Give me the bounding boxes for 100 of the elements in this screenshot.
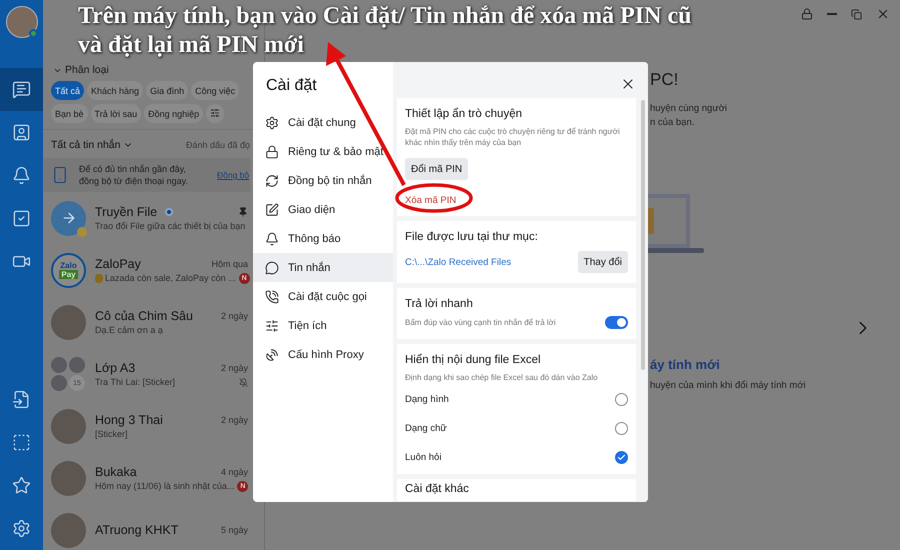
- phone-icon: [265, 290, 279, 304]
- file-transfer-avatar: [51, 200, 86, 236]
- annotation-caption: Trên máy tính, bạn vào Cài đặt/ Tin nhắn để xóa mã PIN cũ và đặt lại mã PIN mới: [78, 2, 692, 60]
- section-description: Đặt mã PIN cho các cuộc trò chuyện riêng tư để tránh người khác nhìn thấy trên máy của bạn: [405, 126, 621, 148]
- chat-preview: Hôm nay (11/06) là sinh nhật của...: [95, 481, 234, 491]
- section-description: Định dạng khi sao chép file Excel sau đó dán vào Zalo: [405, 372, 599, 383]
- feature-text: huyện của mình khi đổi máy tính mới: [650, 380, 807, 391]
- bell-icon: [12, 166, 31, 185]
- category-chip[interactable]: Công việc: [191, 81, 240, 100]
- option-label: Luôn hỏi: [405, 452, 442, 463]
- chat-time: 2 ngày: [220, 363, 248, 373]
- restore-icon: [851, 8, 862, 20]
- close-icon: [876, 7, 890, 21]
- mark-read-link[interactable]: Đánh dấu đã đọ: [186, 140, 250, 150]
- chat-time: 5 ngày: [220, 525, 248, 535]
- checkbox-icon: [12, 209, 31, 228]
- avatar-photo-placeholder: [51, 408, 86, 444]
- settings-menu-item[interactable]: Giao diện: [253, 195, 393, 224]
- chat-time: Hôm qua: [211, 258, 248, 268]
- change-pin-button[interactable]: Đổi mã PIN: [405, 158, 468, 180]
- radio-button[interactable]: [615, 393, 628, 406]
- feature-title: áy tính mới: [650, 357, 721, 372]
- settings-menu-item[interactable]: Tin nhắn: [253, 253, 393, 282]
- settings-menu-item[interactable]: Tiện ích: [253, 311, 393, 340]
- avatar-photo-placeholder: [51, 460, 86, 496]
- chat-preview: Lazada còn sale, ZaloPay còn ...: [95, 272, 236, 284]
- chat-item[interactable]: ATruong KHKT 5 ngày: [43, 504, 250, 550]
- satellite-dish-icon: [265, 348, 279, 362]
- chat-icon: [12, 80, 31, 99]
- chat-name: Bukaka: [95, 464, 137, 478]
- chat-item[interactable]: Hong 3 Thai 2 ngày [Sticker]: [43, 400, 250, 452]
- section-title: Trả lời nhanh: [405, 298, 474, 310]
- chat-bubble-icon: [265, 260, 279, 274]
- welcome-title: PC!: [650, 70, 680, 90]
- lock-icon: [265, 144, 279, 158]
- sync-icon: [265, 174, 279, 188]
- settings-menu-item[interactable]: Thông báo: [253, 224, 393, 253]
- sidebar-tab[interactable]: [0, 68, 43, 111]
- section-title: Thiết lập ẩn trò chuyện: [405, 108, 523, 120]
- chat-time: 4 ngày: [220, 466, 248, 476]
- section-title: Cài đặt khác: [405, 483, 470, 495]
- section-title: File được lưu tại thư mục:: [405, 231, 539, 243]
- chat-name: Lớp A3: [95, 361, 136, 375]
- chat-preview: Dạ.E cảm ơn a ạ: [95, 325, 163, 335]
- filter-settings-button[interactable]: [206, 104, 224, 123]
- change-folder-button[interactable]: Thay đổi: [578, 251, 628, 273]
- chat-time: 2 ngày: [220, 311, 248, 321]
- settings-icon: [12, 519, 31, 538]
- category-chip[interactable]: Trả lời sau: [90, 104, 142, 123]
- category-chip[interactable]: Đồng nghiệp: [144, 104, 204, 123]
- restore-button[interactable]: [851, 8, 862, 20]
- settings-menu-item[interactable]: Đồng bộ tin nhắn: [253, 166, 393, 195]
- welcome-text: huyện cùng người: [650, 102, 728, 116]
- category-chip[interactable]: Khách hàng: [87, 81, 144, 100]
- dialog-title: Cài đặt: [265, 76, 318, 96]
- section-title: Hiển thị nội dung file Excel: [405, 354, 542, 366]
- welcome-text: n của bạn.: [650, 116, 696, 130]
- settings-icon: [265, 116, 279, 130]
- quick-reply-toggle[interactable]: [605, 316, 628, 329]
- sliders-icon: [265, 318, 279, 332]
- option-label: Dạng hình: [405, 394, 449, 405]
- chat-item[interactable]: Truyền File Trao đổi File giữa các thiết bị của bạn: [43, 192, 250, 244]
- dashed-square-icon: [12, 433, 31, 452]
- category-chip[interactable]: Bạn bè: [51, 104, 88, 123]
- lock-button[interactable]: [801, 8, 813, 20]
- remove-pin-link[interactable]: Xóa mã PIN: [405, 195, 456, 206]
- bell-icon: [265, 232, 279, 246]
- check-icon: [617, 453, 626, 462]
- category-label: Phân loại: [65, 64, 109, 76]
- category-chip[interactable]: Gia đình: [146, 81, 188, 100]
- chat-name: ATruong KHKT: [95, 523, 178, 537]
- radio-button[interactable]: [615, 451, 628, 464]
- minimize-icon: [827, 13, 837, 15]
- section-description: Bấm đúp vào vùng cạnh tin nhắn để trả lời: [405, 318, 556, 327]
- settings-menu-item[interactable]: Cấu hình Proxy: [253, 340, 393, 369]
- star-icon: [12, 476, 31, 495]
- chat-name: Truyền File: [95, 205, 158, 219]
- chat-item[interactable]: Cô của Chim Sâu 2 ngày Dạ.E cảm ơn a ạ: [43, 296, 250, 348]
- category-chip[interactable]: Tất cả: [51, 81, 84, 100]
- settings-menu-item[interactable]: Riêng tư & bảo mật: [253, 137, 393, 166]
- avatar-photo-placeholder: [51, 512, 86, 548]
- chat-preview: [Sticker]: [95, 429, 128, 439]
- user-avatar[interactable]: [6, 6, 38, 38]
- chat-name: Hong 3 Thai: [95, 413, 163, 427]
- sync-message: Để có đủ tin nhắn gần đây, đồng bộ từ điện thoại ngay.: [79, 163, 189, 187]
- settings-menu-item[interactable]: Cài đặt cuộc gọi: [253, 282, 393, 311]
- lock-icon: [801, 8, 813, 20]
- radio-button[interactable]: [615, 422, 628, 435]
- chat-time: 2 ngày: [220, 415, 248, 425]
- chat-preview: Tra Thi Lai: [Sticker]: [95, 377, 176, 387]
- chat-preview: Trao đổi File giữa các thiết bị của bạn: [95, 221, 246, 231]
- file-arrow-icon: [12, 390, 31, 409]
- chat-name: Cô của Chim Sâu: [95, 309, 193, 323]
- avatar-photo-placeholder: [51, 304, 86, 340]
- logo-avatar: Zalo Pay: [51, 252, 86, 288]
- settings-menu-item[interactable]: Cài đặt chung: [253, 108, 393, 137]
- phone-icon: [51, 166, 69, 184]
- message-filter-dropdown[interactable]: Tất cả tin nhắn: [51, 139, 134, 151]
- contact-card-icon: [12, 123, 31, 142]
- folder-path-link[interactable]: C:\...\Zalo Received Files: [405, 256, 512, 268]
